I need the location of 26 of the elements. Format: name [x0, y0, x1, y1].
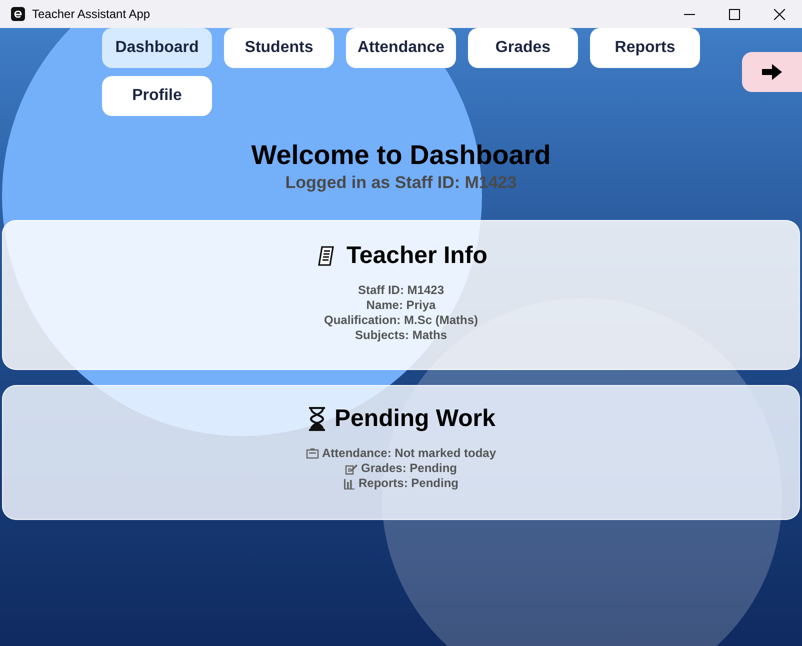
app-logo-icon [11, 7, 25, 21]
memo-pencil-icon [344, 462, 358, 474]
next-button[interactable] [742, 52, 802, 92]
close-icon [774, 8, 785, 20]
nav-tab[interactable]: Profile [102, 76, 212, 116]
nav-tab[interactable]: Students [224, 28, 334, 68]
card-title: Teacher Info [346, 241, 488, 271]
card-title: Pending Work [334, 404, 496, 434]
hourglass-icon [306, 406, 327, 432]
nav-tab[interactable]: Reports [590, 28, 700, 68]
card-line: Reports: Pending [358, 476, 458, 491]
window-title: Teacher Assistant App [32, 6, 150, 23]
card-line: Attendance: Not marked today [322, 446, 496, 461]
card-line: Grades: Pending [360, 461, 458, 476]
nav-tab[interactable]: Attendance [346, 28, 456, 68]
nav-tab[interactable]: Grades [468, 28, 578, 68]
maximize-icon [729, 8, 740, 20]
nav-tab[interactable]: Dashboard [102, 28, 212, 68]
card-line: Name: Priya [366, 298, 436, 313]
bar-chart-icon [343, 478, 356, 490]
card-line: Staff ID: M1423 [358, 283, 444, 298]
clipboard-icon [306, 448, 319, 459]
right-arrow-icon [761, 63, 783, 81]
card-line: Qualification: M.Sc (Maths) [324, 313, 478, 328]
card-line: Subjects: Maths [354, 328, 447, 343]
page-heading: Welcome to Dashboard [251, 139, 551, 172]
